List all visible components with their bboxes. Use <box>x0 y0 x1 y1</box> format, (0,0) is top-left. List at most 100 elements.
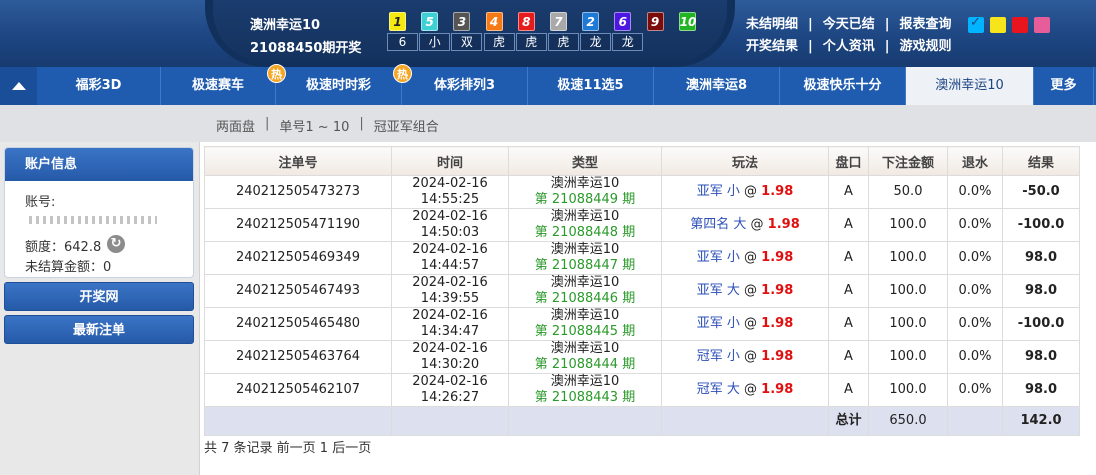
ball-stat-tag: 双 <box>451 33 483 51</box>
total-result: 142.0 <box>1002 406 1080 436</box>
bet-play: 冠军 小 <box>696 349 740 364</box>
skin-swatch[interactable]: ✓ <box>968 15 984 33</box>
amount-cell: 50.0 <box>868 175 948 209</box>
play-type-link[interactable]: 两面盘 <box>216 116 255 135</box>
bet-odds: 1.98 <box>761 250 794 265</box>
nav-tab[interactable]: 更多 <box>1034 67 1094 105</box>
bet-play-cell: 冠军 大 @ 1.98 <box>661 373 829 407</box>
table-row: 240212505471190 2024-02-16 14:50:03 澳洲幸运10 第… <box>204 208 1080 242</box>
column-header: 结果 <box>1002 146 1080 176</box>
nav-tab[interactable]: 澳洲幸运10 <box>906 67 1034 105</box>
bet-time: 14:26:27 <box>420 390 480 405</box>
nav-tab[interactable]: 极速赛车 <box>161 67 276 105</box>
skin-swatch[interactable] <box>990 17 1006 33</box>
table-row: 240212505469349 2024-02-16 14:44:57 澳洲幸运10 第… <box>204 241 1080 275</box>
ball-column: 8虎 <box>515 12 548 52</box>
top-link-3[interactable]: 开奖结果 <box>746 36 798 58</box>
bet-time: 14:34:47 <box>420 324 480 339</box>
total-cell <box>661 406 829 436</box>
draw-issue: 21088450期开奖 <box>250 41 362 56</box>
draw-site-button[interactable]: 开奖网 <box>4 282 194 311</box>
ball-column: 7虎 <box>547 12 580 52</box>
bet-type-cell: 澳洲幸运10 第 21088447 期 <box>508 241 662 275</box>
result-ball: 2 <box>582 12 600 31</box>
bet-time-cell: 2024-02-16 14:55:25 <box>391 175 509 209</box>
amount-cell: 100.0 <box>868 340 948 374</box>
bet-play-cell: 亚军 小 @ 1.98 <box>661 307 829 341</box>
nav-tab[interactable]: 澳洲幸运8 <box>654 67 780 105</box>
bet-time-cell: 2024-02-16 14:26:27 <box>391 373 509 407</box>
nav-tab[interactable]: 福彩3D <box>37 67 161 105</box>
masked-account-name <box>29 216 157 224</box>
bet-date: 2024-02-16 <box>412 242 488 257</box>
link-separator: | <box>808 39 813 54</box>
result-ball: 7 <box>549 12 567 31</box>
bet-game: 澳洲幸运10 <box>550 308 620 323</box>
nav-tab[interactable]: 极速时时彩 <box>276 67 402 105</box>
rebate-cell: 0.0% <box>947 340 1003 374</box>
top-link-1[interactable]: 今天已结 <box>823 14 875 36</box>
bet-date: 2024-02-16 <box>412 374 488 389</box>
bet-play-cell: 亚军 小 @ 1.98 <box>661 241 829 275</box>
account-info-panel: 账户信息 账号: 额度：642.8 ↻ 未结算金额：0 <box>4 147 194 278</box>
quota-text: 额度：642.8 <box>25 240 102 255</box>
bet-type-cell: 澳洲幸运10 第 21088444 期 <box>508 340 662 374</box>
odds-prefix: @ <box>744 382 758 397</box>
bet-issue: 第 21088445 期 <box>534 324 636 339</box>
top-link-4[interactable]: 个人资讯 <box>823 36 875 58</box>
play-type-link[interactable]: 冠亚军组合 <box>374 116 439 135</box>
top-link-2[interactable]: 报表查询 <box>900 14 952 36</box>
nav-tab[interactable]: 体彩排列3 <box>402 67 528 105</box>
ball-column: 6龙 <box>612 12 644 52</box>
refresh-icon[interactable]: ↻ <box>107 235 125 253</box>
bet-play-cell: 第四名 大 @ 1.98 <box>661 208 829 242</box>
account-label: 账号: <box>25 195 56 210</box>
bet-records-table: 注单号 时间 类型 玩法 盘口 下注金额 退水 结果 240212505473273 2024-… <box>204 146 1080 436</box>
result-cell: 98.0 <box>1002 373 1080 407</box>
bet-type-cell: 澳洲幸运10 第 21088443 期 <box>508 373 662 407</box>
ball-column: 4虎 <box>483 12 516 52</box>
top-link-5[interactable]: 游戏规则 <box>900 36 952 58</box>
result-cell: -100.0 <box>1002 208 1080 242</box>
nav-tab[interactable]: 极速11选5 <box>528 67 654 105</box>
bet-id-cell: 240212505462107 <box>204 373 392 407</box>
top-link-0[interactable]: 未结明细 <box>746 14 798 36</box>
bet-play-cell: 亚军 大 @ 1.98 <box>661 274 829 308</box>
ball-column: 10 <box>677 12 709 52</box>
column-header: 时间 <box>391 146 509 176</box>
result-cell: 98.0 <box>1002 274 1080 308</box>
ball-column: 16 <box>387 12 419 52</box>
rebate-cell: 0.0% <box>947 208 1003 242</box>
skin-swatch[interactable] <box>1012 17 1028 33</box>
bet-id-cell: 240212505467493 <box>204 274 392 308</box>
table-row: 240212505467493 2024-02-16 14:39:55 澳洲幸运10 第… <box>204 274 1080 308</box>
total-cell <box>391 406 509 436</box>
latest-bets-button[interactable]: 最新注单 <box>4 315 194 344</box>
result-ball: 8 <box>517 12 535 31</box>
nav-tab[interactable]: 极速快乐十分 <box>780 67 906 105</box>
bet-play: 亚军 小 <box>696 250 740 265</box>
ball-stat-tag: 虎 <box>547 33 579 51</box>
ball-column: 9 <box>645 12 677 52</box>
ball-stat-tag: 龙 <box>580 33 612 51</box>
odds-prefix: @ <box>750 217 764 232</box>
rebate-cell: 0.0% <box>947 175 1003 209</box>
table-row: 240212505465480 2024-02-16 14:34:47 澳洲幸运10 第… <box>204 307 1080 341</box>
odds-prefix: @ <box>744 250 758 265</box>
bet-time: 14:44:57 <box>420 258 480 273</box>
collapse-button[interactable] <box>0 67 37 105</box>
ball-column: 3双 <box>451 12 483 52</box>
bet-game: 澳洲幸运10 <box>550 209 620 224</box>
bet-time: 14:39:55 <box>420 291 480 306</box>
result-ball: 4 <box>485 12 503 31</box>
link-separator: | <box>884 17 890 32</box>
skin-swatch[interactable] <box>1034 17 1050 33</box>
pankou-cell: A <box>828 373 869 407</box>
bet-play: 亚军 小 <box>696 316 740 331</box>
bet-odds: 1.98 <box>767 217 800 232</box>
ball-stat-tag: 龙 <box>612 33 644 51</box>
total-amount: 650.0 <box>868 406 948 436</box>
bet-type-cell: 澳洲幸运10 第 21088448 期 <box>508 208 662 242</box>
ball-stat-tag: 虎 <box>483 33 515 51</box>
play-type-link[interactable]: 单号1 ~ 10 <box>279 116 349 135</box>
